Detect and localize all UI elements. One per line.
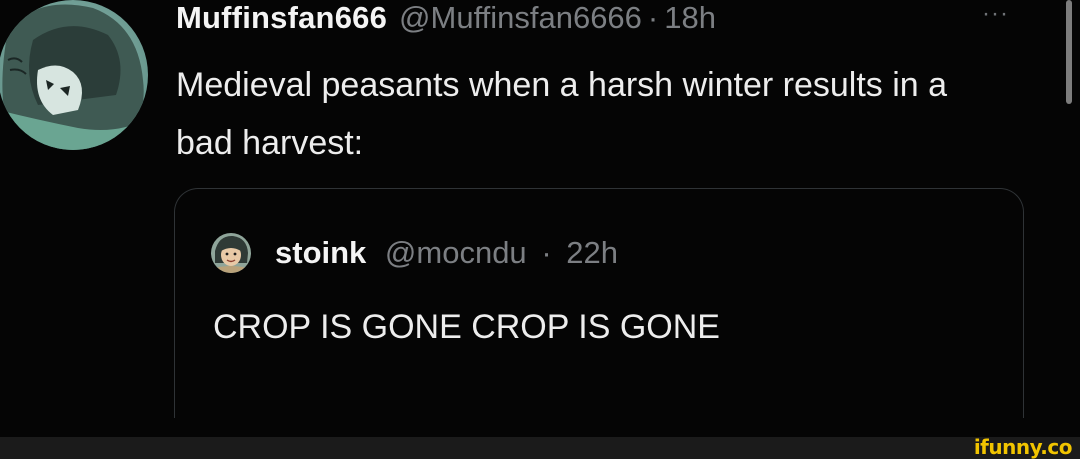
author-display-name[interactable]: Muffinsfan666 <box>176 0 387 36</box>
quoted-tweet-text: CROP IS GONE CROP IS GONE <box>213 308 720 346</box>
scrollbar-thumb[interactable] <box>1066 0 1072 104</box>
quoted-author-handle[interactable]: @mocndu <box>385 235 527 270</box>
tweet-text: Medieval peasants when a harsh winter re… <box>176 66 948 162</box>
author-avatar[interactable] <box>0 0 148 150</box>
quoted-tweet-header: stoink @mocndu · 22h <box>275 235 618 271</box>
quoted-avatar-image <box>211 233 251 273</box>
more-options-icon[interactable]: ··· <box>982 2 1009 26</box>
tweet-header: Muffinsfan666 @Muffinsfan6666 · 18h <box>176 0 716 40</box>
tweet-timestamp[interactable]: 18h <box>664 0 716 36</box>
ifunny-watermark: ifunny.co <box>973 435 1073 459</box>
author-handle[interactable]: @Muffinsfan6666 <box>399 0 642 36</box>
quoted-tweet-timestamp[interactable]: 22h <box>566 235 618 270</box>
avatar-image <box>0 0 148 150</box>
watermark-bar <box>0 437 1080 459</box>
quoted-separator-dot: · <box>541 235 552 270</box>
separator-dot: · <box>647 0 659 35</box>
quoted-author-avatar[interactable] <box>211 233 251 273</box>
quoted-tweet-card[interactable]: stoink @mocndu · 22h CROP IS GONE CROP I… <box>174 188 1024 418</box>
quoted-author-display-name[interactable]: stoink <box>275 235 366 270</box>
